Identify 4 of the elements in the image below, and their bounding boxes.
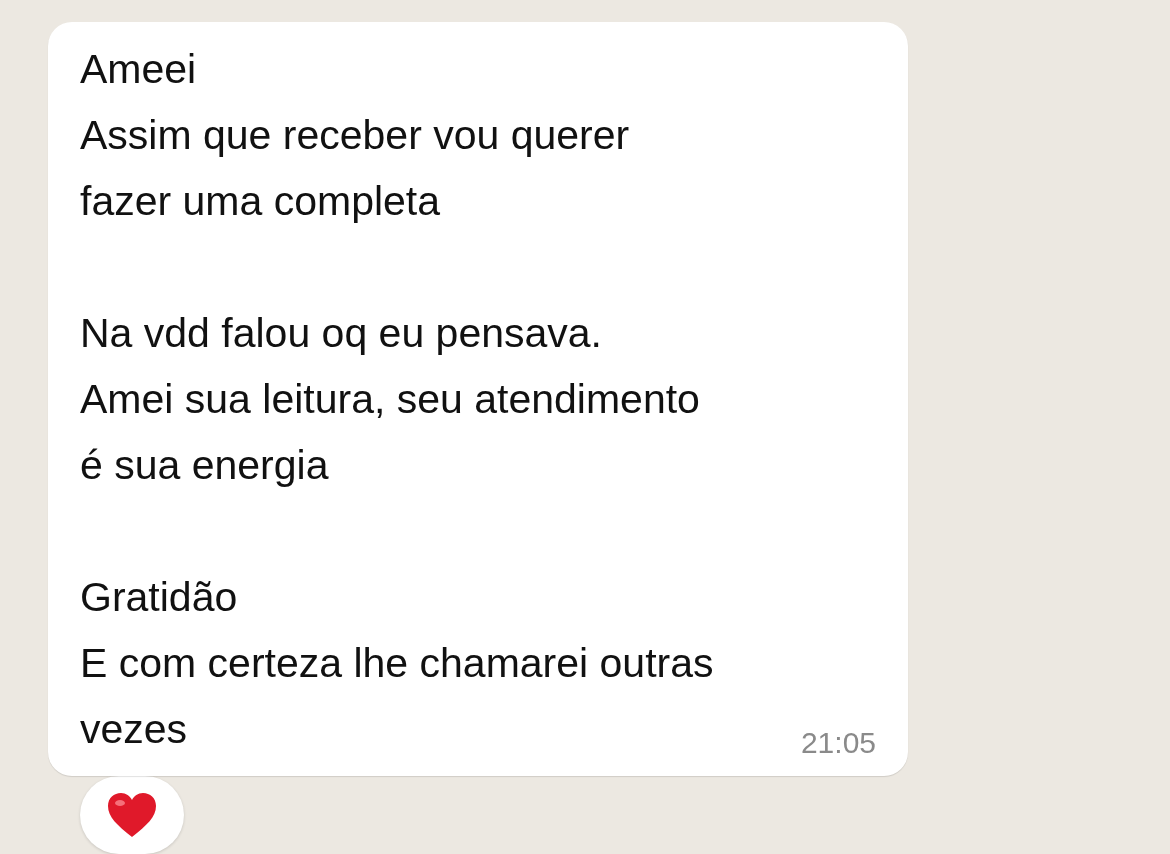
message-time: 21:05 (800, 728, 876, 758)
heart-icon (107, 792, 157, 838)
reaction-badge[interactable] (80, 776, 184, 854)
message-text: Ameei Assim que receber vou querer fazer uma completa Na vdd falou oq eu pensava. Amei sua leitura, seu atendimento é sua energia Gratidão E com certeza lhe chamarei outras vezes (80, 45, 714, 754)
